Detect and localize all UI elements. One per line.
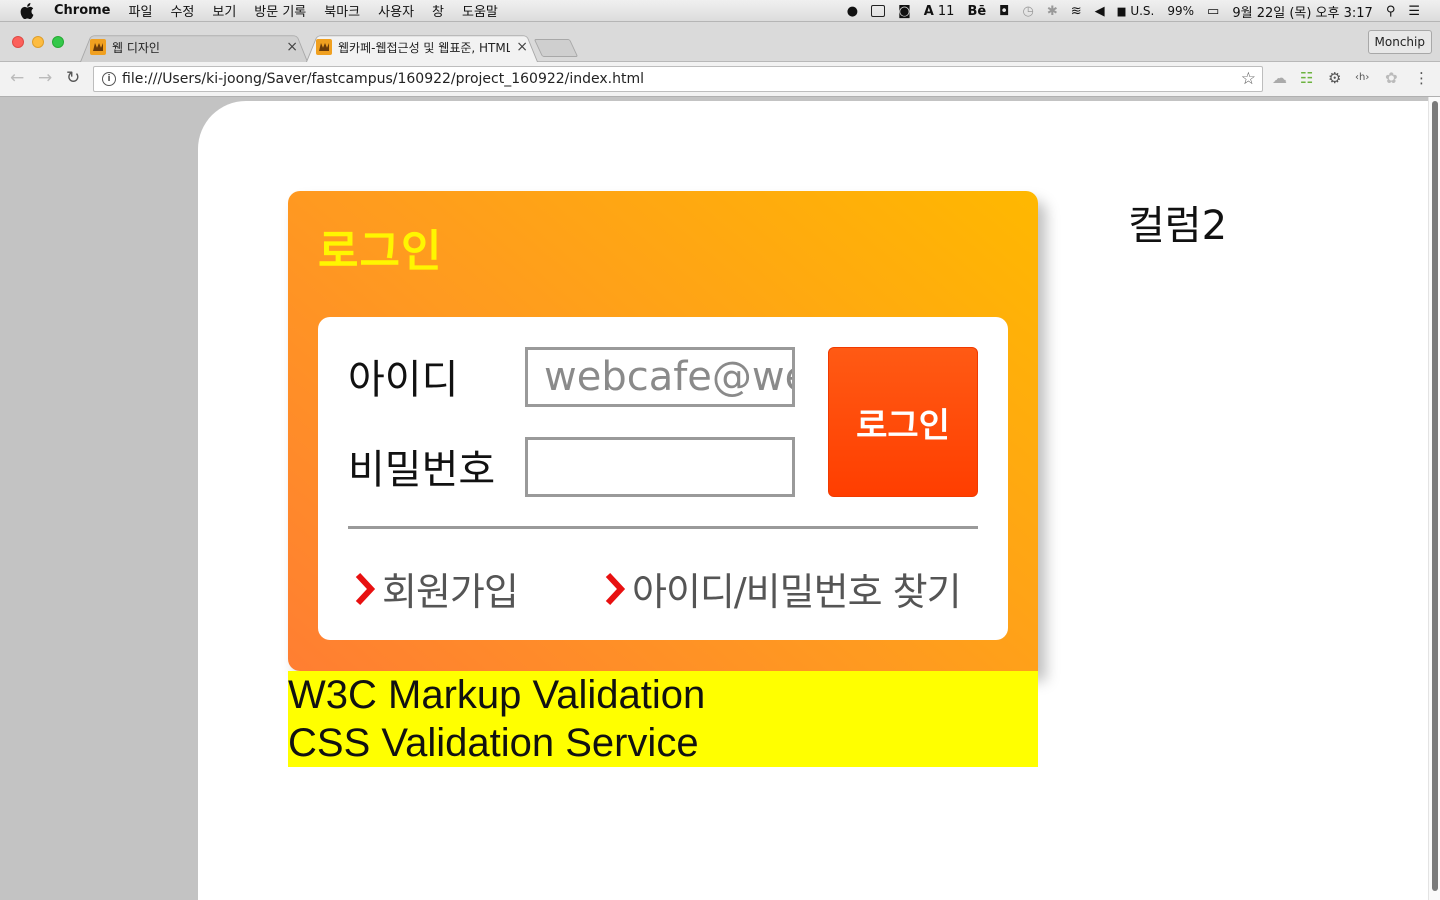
flag-icon[interactable]: ▆ bbox=[1118, 6, 1126, 17]
ladder-extension-icon[interactable]: ☷ bbox=[1300, 69, 1313, 87]
datetime[interactable]: 9월 22일 (목) 오후 3:17 bbox=[1232, 2, 1372, 21]
w3c-markup-link[interactable]: W3C Markup Validation bbox=[288, 671, 1038, 719]
menu-people[interactable]: 사용자 bbox=[378, 1, 414, 20]
menu-bookmarks[interactable]: 북마크 bbox=[324, 1, 360, 20]
menu-view[interactable]: 보기 bbox=[212, 1, 236, 20]
tab-strip: 웹 디자인 × 웹카페-웹접근성 및 웹표준, HTML5 × Monchip bbox=[0, 22, 1440, 62]
signup-link-text[interactable]: 회원가입 bbox=[382, 561, 519, 616]
validation-box: W3C Markup Validation CSS Validation Ser… bbox=[288, 671, 1038, 767]
divider bbox=[348, 526, 978, 529]
tab-title: 웹카페-웹접근성 및 웹표준, HTML5 bbox=[338, 40, 510, 55]
apple-icon[interactable] bbox=[20, 2, 34, 19]
chrome-menu-icon[interactable]: ⋮ bbox=[1414, 69, 1429, 87]
css-validation-link[interactable]: CSS Validation Service bbox=[288, 719, 1038, 767]
profile-button[interactable]: Monchip bbox=[1367, 30, 1432, 54]
vertical-scrollbar[interactable] bbox=[1428, 97, 1440, 900]
tab-close-icon[interactable]: × bbox=[516, 39, 528, 55]
password-input[interactable] bbox=[525, 437, 795, 497]
zoom-window-icon[interactable] bbox=[52, 36, 64, 48]
gear-extension-icon[interactable]: ⚙ bbox=[1328, 69, 1341, 87]
camera-icon[interactable]: ◙ bbox=[898, 4, 911, 19]
id-label: 아이디 bbox=[348, 357, 459, 403]
html-extension-icon[interactable]: ‹h› bbox=[1355, 72, 1369, 83]
menu-app-name[interactable]: Chrome bbox=[54, 3, 111, 18]
chevron-right-icon bbox=[355, 572, 376, 605]
battery-icon[interactable]: ▭ bbox=[1207, 4, 1219, 19]
url-text[interactable]: file:///Users/ki-joong/Saver/fastcampus/… bbox=[122, 71, 644, 87]
tab-webcafe[interactable]: 웹카페-웹접근성 및 웹표준, HTML5 × bbox=[306, 32, 538, 62]
webcafe-favicon-icon bbox=[316, 39, 332, 55]
menu-edit[interactable]: 수정 bbox=[170, 1, 194, 20]
address-bar[interactable]: i file:///Users/ki-joong/Saver/fastcampu… bbox=[93, 66, 1263, 92]
info-icon[interactable]: i bbox=[102, 72, 116, 86]
font-badge[interactable]: A 11 bbox=[924, 4, 955, 19]
signup-link[interactable]: 회원가입 bbox=[354, 561, 519, 616]
minimize-window-icon[interactable] bbox=[32, 36, 44, 48]
status-area: ● ◙ A 11 Bē ◘ ◷ ✱ ≋ ◀ ▆ U.S. 99% ▭ 9월 22… bbox=[847, 0, 1440, 22]
page-viewport: 로그인 아이디 비밀번호 로그인 회원가입 bbox=[0, 97, 1440, 900]
login-title: 로그인 bbox=[318, 226, 443, 277]
back-icon[interactable]: ← bbox=[10, 68, 24, 88]
macos-menu-bar: Chrome 파일 수정 보기 방문 기록 북마크 사용자 창 도움말 ● ◙ … bbox=[0, 0, 1440, 22]
find-account-link[interactable]: 아이디/비밀번호 찾기 bbox=[604, 561, 962, 616]
screenshot-icon[interactable]: ◘ bbox=[999, 4, 1009, 19]
column2-heading: 컬럼2 bbox=[1128, 203, 1228, 249]
tab-close-icon[interactable]: × bbox=[286, 39, 298, 55]
menu-window[interactable]: 창 bbox=[432, 1, 444, 20]
close-window-icon[interactable] bbox=[12, 36, 24, 48]
password-label: 비밀번호 bbox=[348, 447, 496, 493]
menu-history[interactable]: 방문 기록 bbox=[254, 1, 306, 20]
window-icon[interactable] bbox=[871, 5, 886, 17]
tab-web-design[interactable]: 웹 디자인 × bbox=[80, 32, 308, 62]
chat-icon[interactable]: ● bbox=[847, 4, 858, 19]
reload-icon[interactable]: ↻ bbox=[66, 68, 80, 88]
notification-center-icon[interactable]: ☰ bbox=[1408, 4, 1420, 19]
forward-icon[interactable]: → bbox=[38, 68, 52, 88]
time-machine-icon[interactable]: ◷ bbox=[1022, 4, 1033, 19]
tab-title: 웹 디자인 bbox=[112, 40, 160, 55]
page-body: 로그인 아이디 비밀번호 로그인 회원가입 bbox=[198, 101, 1430, 900]
new-tab-button[interactable] bbox=[533, 39, 579, 57]
login-card: 로그인 아이디 비밀번호 로그인 회원가입 bbox=[288, 191, 1038, 671]
input-source[interactable]: U.S. bbox=[1130, 4, 1154, 18]
behance-icon[interactable]: Bē bbox=[967, 4, 986, 19]
id-input[interactable] bbox=[525, 347, 795, 407]
window-controls bbox=[12, 36, 64, 48]
battery-percent[interactable]: 99% bbox=[1167, 4, 1194, 18]
login-form: 아이디 비밀번호 로그인 회원가입 아이디/비밀번호 찾기 bbox=[318, 317, 1008, 640]
volume-icon[interactable]: ◀ bbox=[1095, 4, 1105, 19]
badge-count: 11 bbox=[937, 3, 955, 19]
spotlight-icon[interactable]: ⚲ bbox=[1386, 4, 1396, 19]
find-account-link-text[interactable]: 아이디/비밀번호 찾기 bbox=[632, 561, 962, 616]
login-submit-button[interactable]: 로그인 bbox=[828, 347, 978, 497]
cloud-extension-icon[interactable]: ☁ bbox=[1272, 69, 1287, 87]
webcafe-favicon-icon bbox=[90, 39, 106, 55]
bluetooth-icon[interactable]: ✱ bbox=[1047, 4, 1058, 19]
menu-help[interactable]: 도움말 bbox=[462, 1, 498, 20]
browser-toolbar: ← → ↻ i file:///Users/ki-joong/Saver/fas… bbox=[0, 62, 1440, 97]
chevron-right-icon bbox=[605, 572, 626, 605]
menu-file[interactable]: 파일 bbox=[129, 1, 153, 20]
wifi-icon[interactable]: ≋ bbox=[1071, 4, 1082, 19]
gray-extension-icon[interactable]: ✿ bbox=[1385, 69, 1398, 87]
scrollbar-thumb[interactable] bbox=[1432, 101, 1438, 891]
bookmark-star-icon[interactable]: ☆ bbox=[1241, 69, 1256, 89]
